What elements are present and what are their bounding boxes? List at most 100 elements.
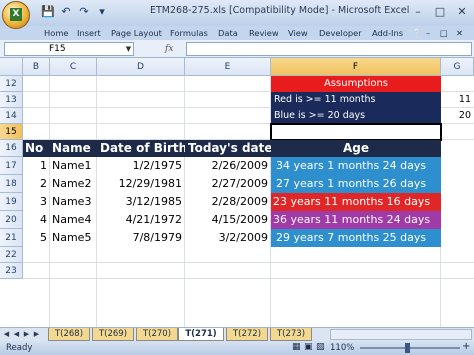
- zoom-level[interactable]: 110%: [330, 342, 354, 354]
- assumption-blue-label[interactable]: Blue is >= 20 days: [271, 108, 441, 124]
- row-header-16[interactable]: 16: [0, 140, 23, 157]
- assumption-red-value[interactable]: 11: [441, 92, 474, 108]
- column-header-c[interactable]: C: [50, 58, 97, 76]
- cell-today[interactable]: 2/27/2009: [185, 175, 271, 193]
- normal-view-icon[interactable]: ▦: [292, 342, 301, 352]
- select-all-button[interactable]: [0, 58, 23, 76]
- next-sheet-icon[interactable]: ▶: [22, 328, 31, 340]
- cell-name[interactable]: Name2: [50, 175, 97, 193]
- sheet-tab-t272[interactable]: T(272): [226, 328, 268, 341]
- tab-formulas[interactable]: Formulas: [170, 27, 208, 40]
- close-button[interactable]: ✕: [452, 3, 472, 21]
- page-break-view-icon[interactable]: ▧: [316, 342, 325, 352]
- column-header-e[interactable]: E: [185, 58, 271, 76]
- tab-data[interactable]: Data: [218, 27, 238, 40]
- row-header-18[interactable]: 18: [0, 175, 23, 193]
- last-sheet-icon[interactable]: ▶: [32, 328, 41, 340]
- row-header-22[interactable]: 22: [0, 247, 23, 263]
- header-age[interactable]: Age: [271, 140, 441, 157]
- header-date-of-birth[interactable]: Date of Birth: [97, 140, 185, 157]
- window-title: ETM268-275.xls [Compatibility Mode] - Mi…: [150, 5, 410, 16]
- assumption-blue-value[interactable]: 20: [441, 108, 474, 124]
- horizontal-scrollbar[interactable]: [330, 329, 472, 340]
- cell-no[interactable]: 3: [23, 193, 50, 211]
- column-header-b[interactable]: B: [23, 58, 50, 76]
- zoom-slider[interactable]: [360, 347, 460, 349]
- cell-dob[interactable]: 12/29/1981: [97, 175, 185, 193]
- sheet-tab-t268[interactable]: T(268): [48, 328, 90, 341]
- column-header-g[interactable]: G: [441, 58, 474, 76]
- minimize-button[interactable]: –: [408, 3, 428, 21]
- formula-input[interactable]: [186, 42, 472, 56]
- redo-icon[interactable]: ↷: [76, 4, 92, 20]
- cell-today[interactable]: 3/2/2009: [185, 229, 271, 247]
- cell-age[interactable]: 36 years 11 months 24 days: [271, 211, 441, 229]
- office-button[interactable]: X: [2, 1, 30, 29]
- row-header-13[interactable]: 13: [0, 92, 23, 108]
- ribbon-restore-button[interactable]: □: [440, 27, 448, 40]
- tab-developer[interactable]: Developer: [319, 27, 362, 40]
- cell-dob[interactable]: 3/12/1985: [97, 193, 185, 211]
- restore-button[interactable]: □: [430, 3, 450, 21]
- cell-no[interactable]: 4: [23, 211, 50, 229]
- cell-age[interactable]: 27 years 1 months 26 days: [271, 175, 441, 193]
- tab-insert[interactable]: Insert: [77, 27, 101, 40]
- status-ready: Ready: [6, 343, 33, 353]
- sheet-tab-t269[interactable]: T(269): [92, 328, 134, 341]
- save-icon[interactable]: 💾: [40, 4, 56, 20]
- cell-name[interactable]: Name3: [50, 193, 97, 211]
- cell-name[interactable]: Name1: [50, 157, 97, 175]
- cell-no[interactable]: 2: [23, 175, 50, 193]
- tab-add-ins[interactable]: Add-Ins: [372, 27, 403, 40]
- cell-dob[interactable]: 1/2/1975: [97, 157, 185, 175]
- ribbon-close-button[interactable]: ✕: [456, 27, 463, 40]
- active-cell-f15[interactable]: [270, 123, 442, 141]
- row-header-15[interactable]: 15: [0, 124, 23, 140]
- name-box[interactable]: F15: [4, 42, 134, 56]
- row-header-20[interactable]: 20: [0, 211, 23, 229]
- cell-dob[interactable]: 7/8/1979: [97, 229, 185, 247]
- tab-view[interactable]: View: [288, 27, 308, 40]
- tab-review[interactable]: Review: [249, 27, 279, 40]
- cell-today[interactable]: 2/26/2009: [185, 157, 271, 175]
- header-name[interactable]: Name: [50, 140, 97, 157]
- help-icon[interactable]: ❔: [412, 27, 422, 40]
- row-header-12[interactable]: 12: [0, 76, 23, 92]
- cell-name[interactable]: Name5: [50, 229, 97, 247]
- sheet-tab-t273[interactable]: T(273): [270, 328, 312, 341]
- cell-dob[interactable]: 4/21/1972: [97, 211, 185, 229]
- cell-today[interactable]: 4/15/2009: [185, 211, 271, 229]
- header-no[interactable]: No: [23, 140, 50, 157]
- sheet-tab-t270[interactable]: T(270): [136, 328, 178, 341]
- assumption-red-label[interactable]: Red is >= 11 months: [271, 92, 441, 108]
- assumptions-header[interactable]: Assumptions: [271, 76, 441, 92]
- cell-age[interactable]: 29 years 7 months 25 days: [271, 229, 441, 247]
- row-header-21[interactable]: 21: [0, 229, 23, 247]
- page-layout-view-icon[interactable]: ▣: [304, 342, 313, 352]
- cell-no[interactable]: 5: [23, 229, 50, 247]
- tab-home[interactable]: Home: [44, 27, 69, 40]
- cell-age[interactable]: 34 years 1 months 24 days: [271, 157, 441, 175]
- tab-page-layout[interactable]: Page Layout: [111, 27, 162, 40]
- ribbon-minimize-button[interactable]: –: [426, 27, 430, 40]
- prev-sheet-icon[interactable]: ◀: [12, 328, 21, 340]
- chevron-down-icon[interactable]: ▼: [124, 43, 133, 55]
- undo-icon[interactable]: ↶: [58, 4, 74, 20]
- row-header-17[interactable]: 17: [0, 157, 23, 175]
- header-todays-date[interactable]: Today's date: [185, 140, 271, 157]
- cell-age[interactable]: 23 years 11 months 16 days: [271, 193, 441, 211]
- sheet-tab-t271[interactable]: T(271): [178, 328, 224, 341]
- first-sheet-icon[interactable]: ◀: [2, 328, 11, 340]
- cell-no[interactable]: 1: [23, 157, 50, 175]
- column-header-f[interactable]: F: [271, 58, 441, 76]
- insert-function-icon[interactable]: fx: [165, 42, 185, 56]
- zoom-in-icon[interactable]: +: [462, 341, 470, 352]
- zoom-slider-thumb[interactable]: [405, 343, 410, 353]
- row-header-14[interactable]: 14: [0, 108, 23, 124]
- row-header-19[interactable]: 19: [0, 193, 23, 211]
- cell-today[interactable]: 2/28/2009: [185, 193, 271, 211]
- cell-name[interactable]: Name4: [50, 211, 97, 229]
- customize-icon[interactable]: ▾: [94, 4, 110, 20]
- column-header-d[interactable]: D: [97, 58, 185, 76]
- row-header-23[interactable]: 23: [0, 263, 23, 279]
